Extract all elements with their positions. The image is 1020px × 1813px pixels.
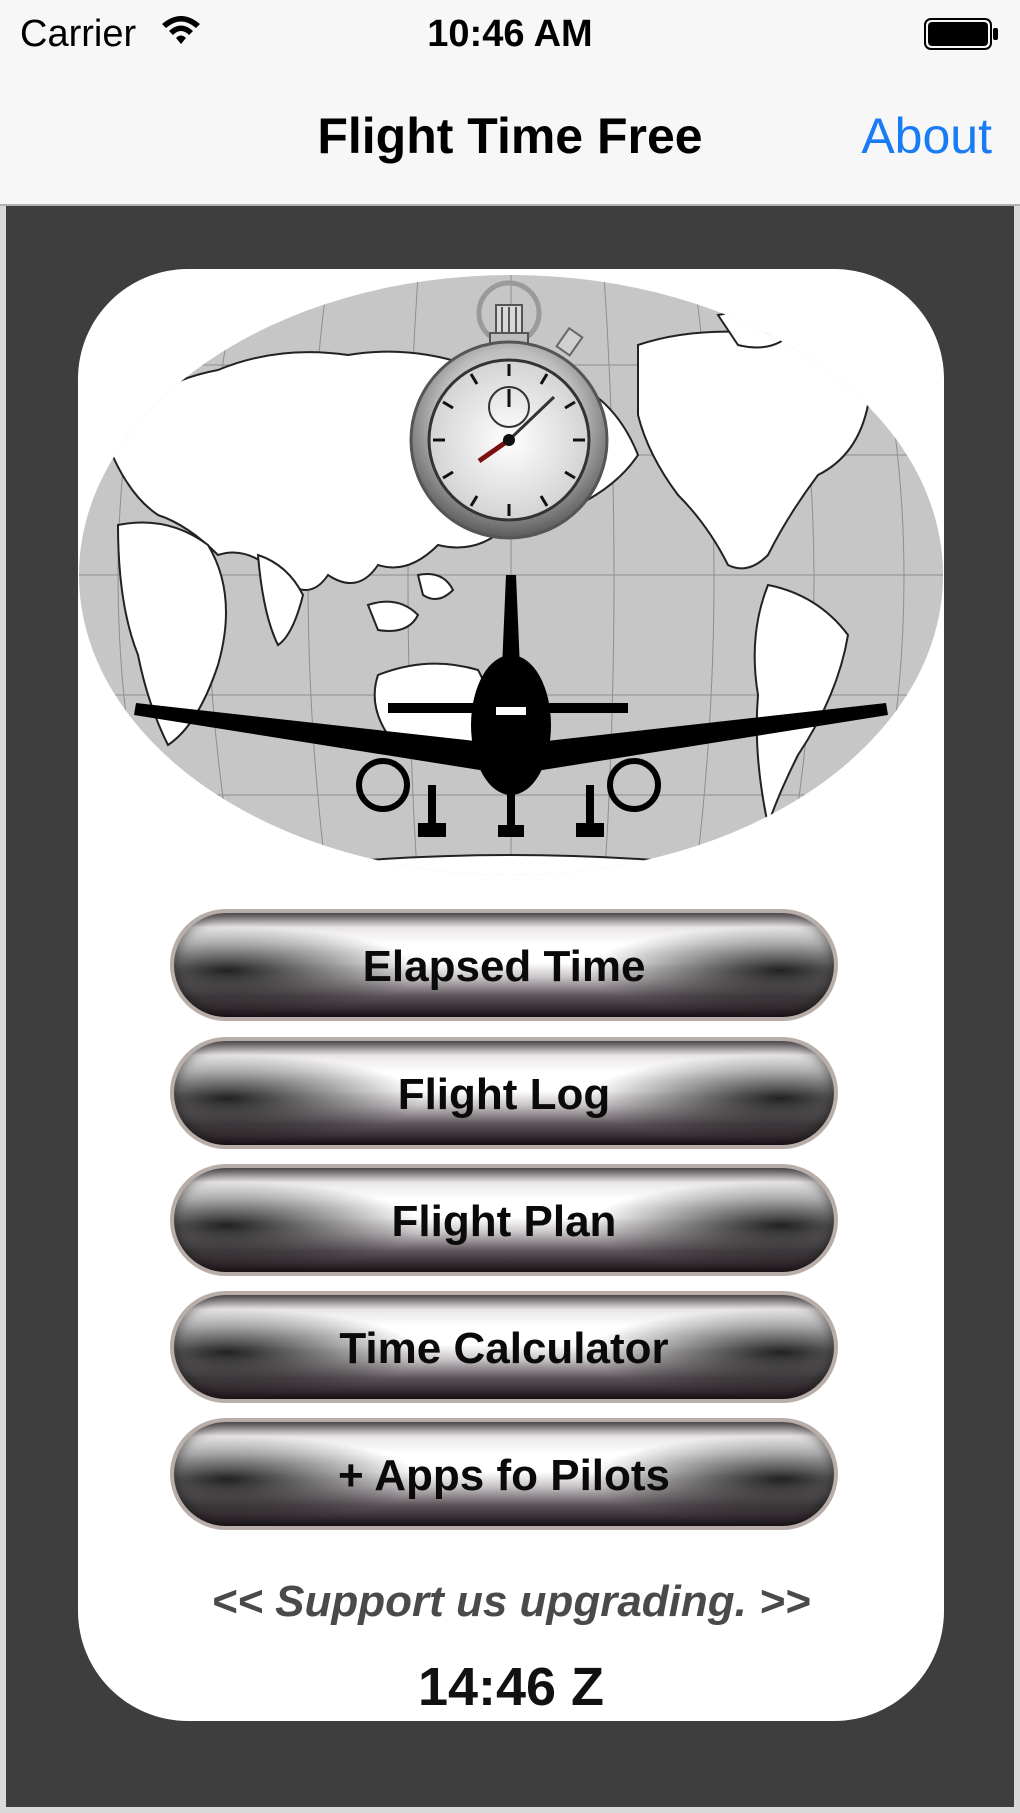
support-upgrade-link[interactable]: << Support us upgrading. >> <box>78 1577 944 1627</box>
button-label: + Apps fo Pilots <box>337 1451 671 1500</box>
app-screen: Carrier 10:46 AM Flight Time Free About <box>0 0 1020 1813</box>
button-label: Elapsed Time <box>362 942 646 991</box>
navigation-bar: Flight Time Free About <box>0 68 1020 206</box>
status-time: 10:46 AM <box>427 13 593 55</box>
about-button[interactable]: About <box>861 108 992 164</box>
hero-artwork <box>79 275 943 875</box>
zulu-time: 14:46 Z <box>417 1657 605 1717</box>
button-label: Time Calculator <box>339 1324 669 1373</box>
apps-for-pilots-button[interactable]: + Apps fo Pilots <box>170 1418 838 1530</box>
button-label: Flight Plan <box>391 1197 617 1246</box>
main-card: Elapsed Time Flight Log Flight Plan Time… <box>78 269 944 1721</box>
time-calculator-button[interactable]: Time Calculator <box>170 1291 838 1403</box>
flight-log-button[interactable]: Flight Log <box>170 1037 838 1149</box>
flight-plan-button[interactable]: Flight Plan <box>170 1164 838 1276</box>
battery-icon <box>924 18 998 50</box>
status-bar: Carrier 10:46 AM <box>0 0 1020 68</box>
elapsed-time-button[interactable]: Elapsed Time <box>170 909 838 1021</box>
button-label: Flight Log <box>397 1070 611 1119</box>
